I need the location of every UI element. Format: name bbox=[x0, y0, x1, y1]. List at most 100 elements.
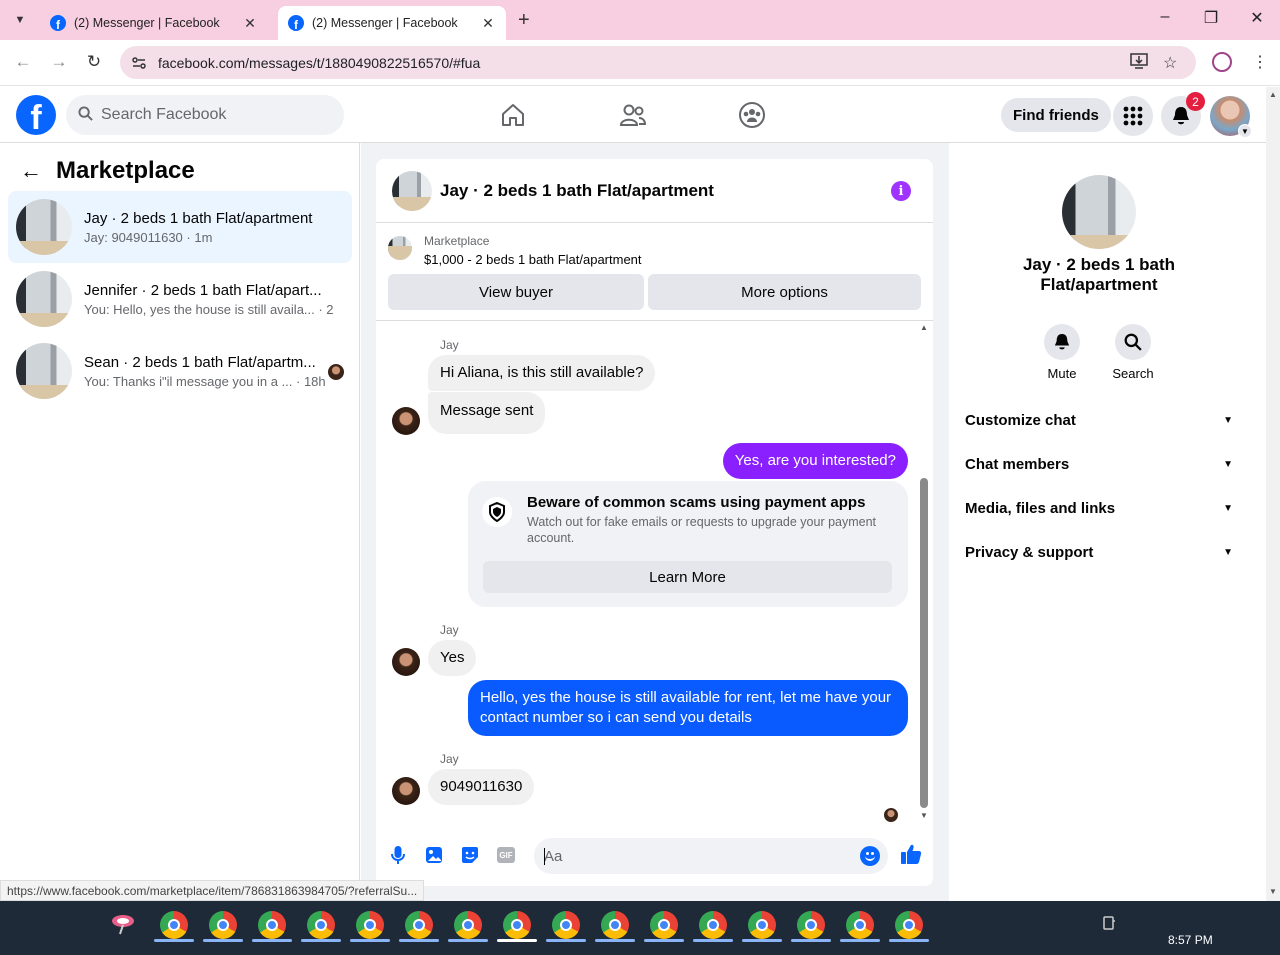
scroll-up-icon[interactable]: ▲ bbox=[920, 323, 928, 332]
reload-icon[interactable]: ↻ bbox=[83, 52, 105, 72]
chrome-icon[interactable] bbox=[846, 911, 874, 939]
message-input[interactable] bbox=[544, 838, 844, 874]
home-icon[interactable] bbox=[498, 101, 528, 129]
info-icon[interactable]: i bbox=[891, 181, 911, 201]
microphone-icon[interactable] bbox=[388, 845, 408, 865]
notifications-button[interactable]: 2 bbox=[1161, 92, 1205, 136]
seen-receipt-avatar bbox=[884, 808, 898, 822]
chrome-icon[interactable] bbox=[307, 911, 335, 939]
thumbs-up-icon[interactable] bbox=[900, 843, 922, 865]
clock-time[interactable]: 8:57 PM bbox=[1168, 933, 1213, 947]
chrome-icon[interactable] bbox=[699, 911, 727, 939]
chrome-icon[interactable] bbox=[748, 911, 776, 939]
chrome-icon[interactable] bbox=[601, 911, 629, 939]
chrome-icon[interactable] bbox=[209, 911, 237, 939]
chat-avatar[interactable] bbox=[392, 170, 432, 211]
groups-icon[interactable] bbox=[737, 101, 767, 129]
gif-icon[interactable]: GIF bbox=[496, 845, 516, 865]
menu-grid-button[interactable] bbox=[1113, 96, 1153, 136]
marketplace-header: ← Marketplace bbox=[20, 157, 195, 185]
running-indicator bbox=[252, 939, 292, 942]
install-app-icon[interactable] bbox=[1130, 53, 1148, 74]
browser-profile-icon[interactable] bbox=[1212, 52, 1232, 72]
conversation-preview: You: Thanks i"il message you in a ... · … bbox=[84, 373, 326, 389]
site-info-icon[interactable] bbox=[130, 54, 148, 72]
minimize-icon[interactable]: – bbox=[1153, 8, 1177, 26]
browser-tab-active[interactable]: f (2) Messenger | Facebook ✕ bbox=[278, 6, 506, 40]
customize-chat-section[interactable]: Customize chat ▼ bbox=[957, 400, 1241, 440]
browser-tab[interactable]: f (2) Messenger | Facebook ✕ bbox=[40, 6, 268, 40]
sender-avatar[interactable] bbox=[392, 777, 420, 805]
back-arrow-icon[interactable]: ← bbox=[20, 158, 42, 184]
scroll-down-icon[interactable]: ▼ bbox=[1269, 887, 1277, 896]
chrome-icon[interactable] bbox=[405, 911, 433, 939]
page-scrollbar[interactable]: ▲ ▼ bbox=[1266, 87, 1280, 901]
chrome-icon[interactable] bbox=[552, 911, 580, 939]
friends-icon[interactable] bbox=[618, 101, 648, 129]
listing-thumbnail bbox=[16, 199, 72, 255]
conversation-item[interactable]: Sean · 2 beds 1 bath Flat/apartm... You:… bbox=[8, 335, 352, 407]
close-icon[interactable]: ✕ bbox=[242, 15, 258, 32]
message-input-box[interactable] bbox=[534, 838, 888, 874]
address-bar[interactable]: facebook.com/messages/t/1880490822516570… bbox=[120, 46, 1196, 79]
search-input[interactable] bbox=[101, 106, 321, 124]
listing-thumbnail[interactable] bbox=[388, 236, 412, 260]
message-bubble-incoming[interactable]: Message sent bbox=[428, 392, 546, 434]
scroll-up-icon[interactable]: ▲ bbox=[1269, 90, 1277, 99]
sticker-icon[interactable] bbox=[460, 845, 480, 865]
chrome-icon[interactable] bbox=[895, 911, 923, 939]
facebook-logo-icon[interactable]: f bbox=[16, 95, 56, 135]
privacy-support-section[interactable]: Privacy & support ▼ bbox=[957, 532, 1241, 572]
chrome-icon[interactable] bbox=[797, 911, 825, 939]
sender-avatar[interactable] bbox=[392, 407, 420, 435]
bookmark-star-icon[interactable]: ☆ bbox=[1163, 53, 1177, 73]
system-tray-icon[interactable] bbox=[1102, 915, 1118, 931]
search-in-chat-button[interactable]: Search bbox=[1103, 324, 1163, 381]
chat-avatar-large[interactable] bbox=[1062, 175, 1136, 249]
sender-avatar[interactable] bbox=[392, 648, 420, 676]
shield-icon bbox=[482, 497, 512, 527]
running-indicator bbox=[546, 939, 586, 942]
close-icon[interactable]: ✕ bbox=[480, 15, 496, 32]
more-options-button[interactable]: More options bbox=[648, 274, 921, 310]
windows-taskbar: 8:57 PM bbox=[0, 901, 1280, 955]
photo-icon[interactable] bbox=[424, 845, 444, 865]
restore-icon[interactable]: ❐ bbox=[1199, 8, 1223, 28]
message-bubble-incoming[interactable]: 9049011630 bbox=[428, 769, 535, 805]
chrome-icon[interactable] bbox=[356, 911, 384, 939]
account-avatar[interactable]: ▼ bbox=[1210, 96, 1252, 138]
find-friends-button[interactable]: Find friends bbox=[1001, 98, 1111, 132]
chevron-down-icon: ▼ bbox=[1223, 546, 1233, 558]
back-arrow-icon[interactable]: ← bbox=[12, 52, 34, 72]
view-buyer-button[interactable]: View buyer bbox=[388, 274, 644, 310]
chrome-icon[interactable] bbox=[454, 911, 482, 939]
mute-button[interactable]: Mute bbox=[1032, 324, 1092, 381]
new-tab-plus-icon[interactable]: + bbox=[518, 9, 530, 32]
emoji-icon[interactable] bbox=[860, 846, 880, 866]
chat-title[interactable]: Jay · 2 beds 1 bath Flat/apartment bbox=[440, 181, 714, 201]
chrome-icon[interactable] bbox=[650, 911, 678, 939]
message-bubble-incoming[interactable]: Hi Aliana, is this still available? bbox=[428, 355, 656, 391]
scroll-down-icon[interactable]: ▼ bbox=[920, 811, 928, 820]
browser-menu-icon[interactable]: ⋮ bbox=[1252, 52, 1268, 72]
forward-arrow-icon[interactable]: → bbox=[48, 52, 70, 72]
scrollbar-thumb[interactable] bbox=[920, 478, 928, 808]
chrome-icon[interactable] bbox=[160, 911, 188, 939]
app-icon[interactable] bbox=[110, 913, 136, 935]
conversation-item[interactable]: Jennifer · 2 beds 1 bath Flat/apart... Y… bbox=[8, 263, 352, 335]
message-bubble-incoming[interactable]: Yes bbox=[428, 640, 477, 676]
chrome-icon[interactable] bbox=[503, 911, 531, 939]
message-bubble-outgoing[interactable]: Yes, are you interested? bbox=[722, 443, 908, 479]
window-close-icon[interactable]: ✕ bbox=[1245, 8, 1269, 28]
chat-scrollbar[interactable]: ▲ ▼ bbox=[917, 323, 931, 823]
media-files-links-section[interactable]: Media, files and links ▼ bbox=[957, 488, 1241, 528]
tab-search-button[interactable]: ▼ bbox=[8, 8, 32, 32]
chrome-icon[interactable] bbox=[258, 911, 286, 939]
message-bubble-outgoing[interactable]: Hello, yes the house is still available … bbox=[468, 680, 908, 736]
conversation-item[interactable]: Jay · 2 beds 1 bath Flat/apartment Jay: … bbox=[8, 191, 352, 263]
learn-more-button[interactable]: Learn More bbox=[483, 561, 892, 593]
facebook-search-box[interactable] bbox=[66, 95, 344, 135]
running-indicator bbox=[448, 939, 488, 942]
chat-members-section[interactable]: Chat members ▼ bbox=[957, 444, 1241, 484]
listing-title[interactable]: $1,000 - 2 beds 1 bath Flat/apartment bbox=[424, 252, 642, 267]
